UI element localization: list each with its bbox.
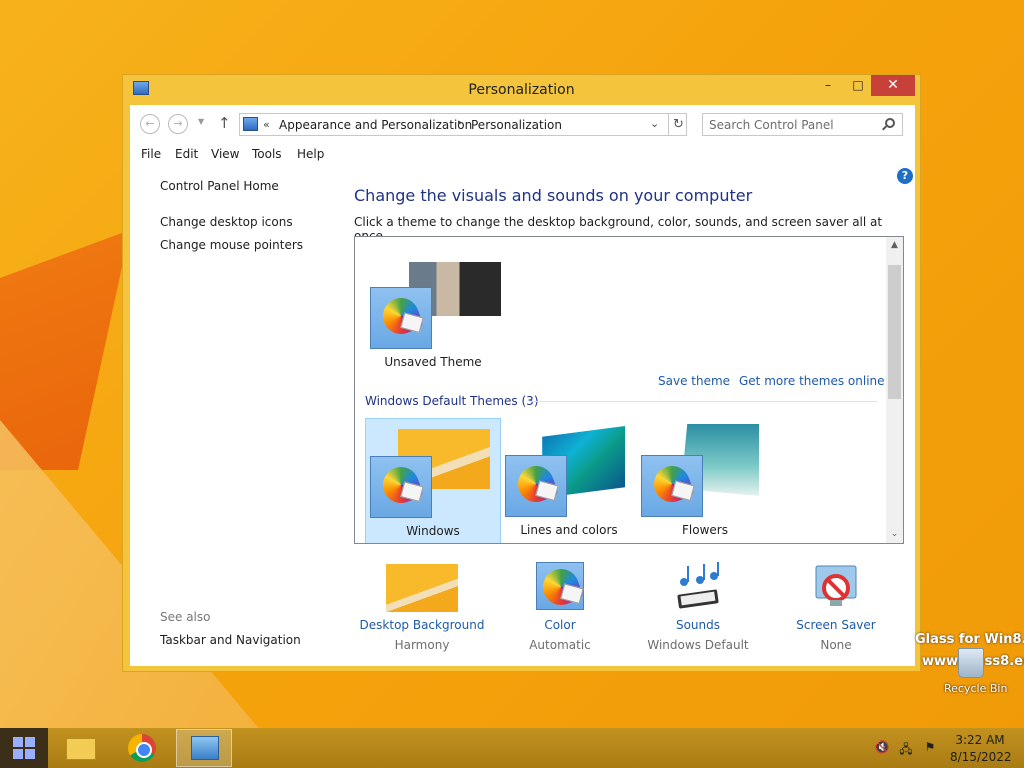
change-mouse-pointers-link[interactable]: Change mouse pointers <box>160 238 303 252</box>
tile-subtitle: Automatic <box>529 638 591 652</box>
desktop-background-icon <box>386 564 458 612</box>
control-panel-home-link[interactable]: Control Panel Home <box>160 179 279 193</box>
theme-windows[interactable]: Windows <box>365 418 501 543</box>
chrome-icon <box>128 734 156 762</box>
search-icon[interactable] <box>885 118 895 128</box>
screen-saver-tile[interactable]: Screen Saver None <box>766 562 906 662</box>
title-bar[interactable]: Personalization – □ ✕ <box>123 75 920 105</box>
theme-flowers[interactable]: Flowers <box>637 418 773 543</box>
menu-bar: File Edit View Tools Help <box>130 143 915 165</box>
screen-saver-icon <box>815 565 857 606</box>
windows-logo-icon <box>13 737 35 759</box>
taskbar: 🔇 🖧 ⚑ 3:22 AM 8/15/2022 <box>0 728 1024 768</box>
window-content: ← → ▼ ↑ « Appearance and Personalization… <box>130 105 915 666</box>
maximize-button[interactable]: □ <box>843 75 873 96</box>
back-button[interactable]: ← <box>140 114 160 134</box>
theme-label: Unsaved Theme <box>384 355 482 369</box>
speaker-muted-icon[interactable]: 🔇 <box>874 740 890 756</box>
color-palette-icon <box>370 287 432 349</box>
menu-edit[interactable]: Edit <box>175 147 198 161</box>
help-icon[interactable]: ? <box>897 168 913 184</box>
recent-locations-button[interactable]: ▼ <box>198 117 204 126</box>
color-palette-icon <box>536 562 585 611</box>
theme-unsaved[interactable]: Unsaved Theme <box>365 247 501 373</box>
breadcrumb-separator-icon[interactable]: ▸ <box>458 118 463 128</box>
color-palette-icon <box>641 455 703 517</box>
clock-date[interactable]: 8/15/2022 <box>950 750 1012 764</box>
scroll-thumb[interactable] <box>888 265 901 399</box>
change-desktop-icons-link[interactable]: Change desktop icons <box>160 215 293 229</box>
navigation-bar: ← → ▼ ↑ « Appearance and Personalization… <box>130 105 915 143</box>
breadcrumb-appearance[interactable]: Appearance and Personalization <box>279 118 472 132</box>
theme-lines-and-colors[interactable]: Lines and colors <box>501 418 637 543</box>
tile-title[interactable]: Sounds <box>628 618 768 632</box>
up-button[interactable]: ↑ <box>218 114 231 132</box>
menu-tools[interactable]: Tools <box>252 147 282 161</box>
section-title: Windows Default Themes (3) <box>365 394 539 408</box>
breadcrumb-personalization[interactable]: Personalization <box>471 118 562 132</box>
watermark-text: Glass for Win8.1 <box>915 632 1024 647</box>
personalization-window: Personalization – □ ✕ ← → ▼ ↑ « Appearan… <box>122 74 921 672</box>
theme-label: Flowers <box>682 523 728 537</box>
tile-subtitle: Harmony <box>394 638 450 652</box>
theme-list[interactable]: Unsaved Theme Save theme Get more themes… <box>354 236 904 544</box>
tile-subtitle: None <box>820 638 852 652</box>
control-panel-icon <box>243 117 258 131</box>
tile-subtitle: Windows Default <box>647 638 749 652</box>
desktop-wallpaper-shape <box>0 230 130 470</box>
clock-time[interactable]: 3:22 AM <box>952 733 1008 747</box>
action-center-icon[interactable]: ⚑ <box>922 740 938 756</box>
taskbar-chrome[interactable] <box>114 729 170 767</box>
breadcrumb-overflow-button[interactable]: « <box>263 118 270 131</box>
see-also-label: See also <box>160 610 211 624</box>
recycle-bin-label[interactable]: Recycle Bin <box>944 682 1007 695</box>
network-icon[interactable]: 🖧 <box>898 740 914 756</box>
sounds-tile[interactable]: Sounds Windows Default <box>628 562 768 662</box>
desktop-background-tile[interactable]: Desktop Background Harmony <box>352 562 492 662</box>
taskbar-and-navigation-link[interactable]: Taskbar and Navigation <box>160 633 301 647</box>
get-more-themes-link[interactable]: Get more themes online <box>739 374 885 388</box>
theme-label: Lines and colors <box>520 523 618 537</box>
minimize-button[interactable]: – <box>813 75 843 96</box>
tile-title[interactable]: Desktop Background <box>352 618 492 632</box>
theme-label: Windows <box>406 524 460 538</box>
color-tile[interactable]: Color Automatic <box>490 562 630 662</box>
refresh-button[interactable]: ↻ <box>668 114 688 135</box>
page-title: Change the visuals and sounds on your co… <box>354 186 753 205</box>
taskbar-file-explorer[interactable] <box>52 729 108 767</box>
address-bar[interactable]: « Appearance and Personalization ▸ Perso… <box>239 113 687 136</box>
menu-file[interactable]: File <box>141 147 161 161</box>
menu-view[interactable]: View <box>211 147 239 161</box>
forward-button[interactable]: → <box>168 114 188 134</box>
folder-icon <box>66 738 96 760</box>
start-button[interactable] <box>0 728 48 768</box>
close-button[interactable]: ✕ <box>871 75 915 96</box>
section-divider <box>530 401 877 402</box>
color-palette-icon <box>505 455 567 517</box>
window-title: Personalization <box>468 82 575 98</box>
recycle-bin-icon[interactable] <box>958 648 984 678</box>
taskbar-control-panel[interactable] <box>176 729 232 767</box>
color-palette-icon <box>370 456 432 518</box>
music-notes-icon <box>677 562 719 609</box>
tile-title[interactable]: Screen Saver <box>766 618 906 632</box>
theme-list-scrollbar[interactable]: ▲ ⌄ <box>886 237 903 543</box>
scroll-down-button[interactable]: ⌄ <box>886 526 903 543</box>
scroll-up-button[interactable]: ▲ <box>886 237 903 254</box>
address-dropdown-button[interactable]: ⌄ <box>650 117 659 130</box>
save-theme-link[interactable]: Save theme <box>658 374 730 388</box>
search-input[interactable] <box>709 115 879 135</box>
search-box[interactable] <box>702 113 903 136</box>
tile-title[interactable]: Color <box>490 618 630 632</box>
menu-help[interactable]: Help <box>297 147 324 161</box>
control-panel-icon <box>191 736 219 760</box>
